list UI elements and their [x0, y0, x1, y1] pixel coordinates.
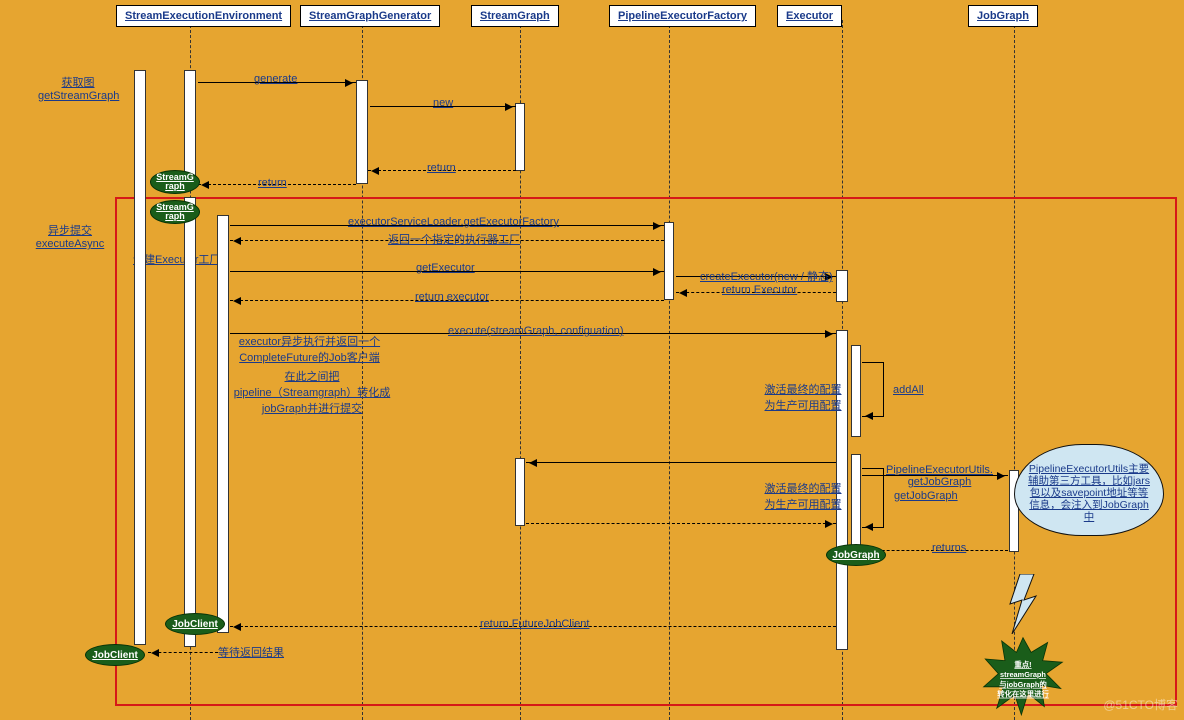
note-activate2: 激活最终的配置为生产可用配置: [764, 480, 842, 512]
note-exec: executor异步执行并返回一个CompleteFuture的Job客户端: [237, 333, 382, 365]
phase-getgraph: 获取图getStreamGraph: [38, 74, 118, 102]
msg-returns: returns: [932, 542, 966, 554]
star-line-b: streamGraph: [1000, 670, 1046, 679]
participant-sgg: StreamGraphGenerator: [300, 5, 440, 27]
star-note: 重点! streamGraph 与jobGraph的 转化在这里进行: [978, 636, 1068, 718]
participant-sg: StreamGraph: [471, 5, 559, 27]
msg-execute: execute(streamGraph, configuation): [448, 325, 623, 337]
act-exec-peu: [851, 454, 861, 554]
act-exec-small: [836, 270, 848, 302]
watermark: @51CTO博客: [1103, 696, 1178, 713]
msg-return-factory: 返回一个指定的执行器工厂: [388, 231, 520, 247]
msg-return-executor: return executor: [415, 291, 489, 303]
star-line-a: 重点!: [1014, 660, 1031, 669]
participant-jg: JobGraph: [968, 5, 1038, 27]
loop-addall: [862, 362, 884, 417]
msg-return2: return: [258, 177, 287, 189]
msg-return-future: return FutureJobClient: [480, 618, 589, 630]
cloud-note: PipelineExecutorUtils主要辅助第三方工具，比如jars包以及…: [1014, 444, 1164, 536]
msg-return1: return: [427, 162, 456, 174]
act-pef: [664, 222, 674, 300]
msg-wait: 等待返回结果: [218, 644, 284, 660]
loop-peu: [862, 468, 884, 528]
act-exec-addall: [851, 345, 861, 437]
msg-get-factory: executorServiceLoader.getExecutorFactory: [348, 216, 559, 228]
msg-getjobgraph: getJobGraph: [894, 490, 958, 502]
oval-jobgraph: JobGraph: [826, 544, 886, 566]
act-see-inner: [217, 215, 229, 633]
arrow-to-sg-b: [526, 462, 836, 463]
oval-jobclient1: JobClient: [165, 613, 225, 635]
msg-get-executor: getExecutor: [416, 262, 475, 274]
msg-addall: addAll: [893, 384, 924, 396]
act-caller: [134, 70, 146, 645]
phase-create-factory: 创建Executor工厂: [133, 251, 220, 267]
msg-return-executor-big: return Executor: [722, 284, 797, 296]
bolt-icon: [1006, 574, 1040, 637]
oval-streamgraph-1: StreamG raph: [150, 170, 200, 194]
participant-exec: Executor: [777, 5, 842, 27]
act-sg-a: [515, 103, 525, 171]
note-mid: 在此之间把pipeline（Streamgraph）转化成jobGraph并进行…: [232, 368, 392, 416]
msg-create-executor: createExecutor(new / 静态): [700, 268, 833, 284]
msg-new: new: [433, 97, 453, 109]
msg-peu: PipelineExecutorUtils.getJobGraph: [886, 464, 993, 488]
arrow-from-sg-b: [526, 523, 836, 524]
note-activate1: 激活最终的配置为生产可用配置: [764, 381, 842, 413]
participant-pef: PipelineExecutorFactory: [609, 5, 756, 27]
star-line-c: 与jobGraph的: [999, 680, 1047, 689]
phase-async: 异步提交executeAsync: [30, 222, 110, 250]
participant-see: StreamExecutionEnvironment: [116, 5, 291, 27]
oval-jobclient2: JobClient: [85, 644, 145, 666]
arrow-to-jg: [862, 475, 1008, 476]
arrow-wait: [148, 652, 218, 653]
msg-generate: generate: [254, 73, 297, 85]
act-sg-b: [515, 458, 525, 526]
oval-streamgraph-2: StreamG raph: [150, 200, 200, 224]
act-see-2: [184, 197, 196, 647]
star-line-d: 转化在这里进行: [997, 690, 1049, 699]
